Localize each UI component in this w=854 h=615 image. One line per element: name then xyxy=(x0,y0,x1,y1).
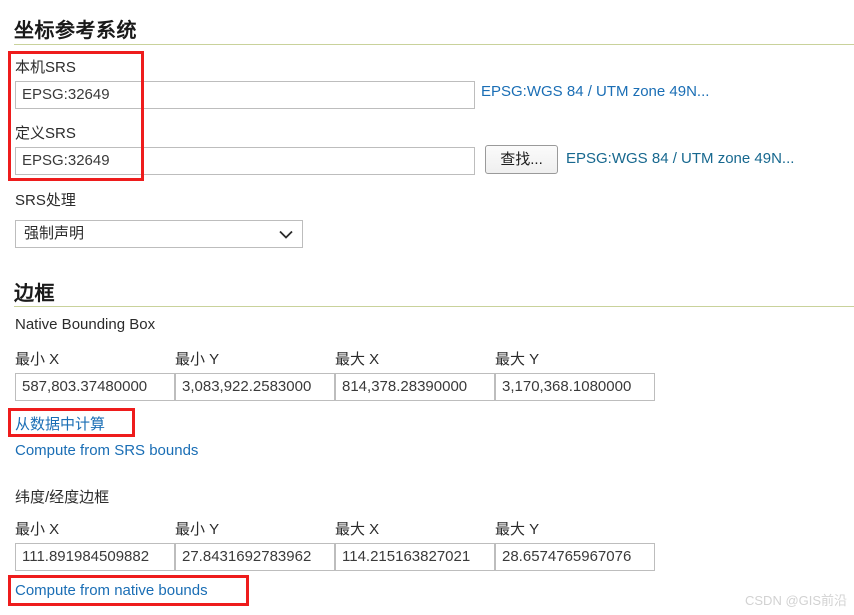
latlon-bbox-header-min-x: 最小 X xyxy=(15,521,60,538)
native-srs-input[interactable]: EPSG:32649 xyxy=(15,81,475,109)
native-bbox-max-y-input[interactable]: 3,170,368.1080000 xyxy=(495,373,655,401)
latlon-bbox-min-y-input[interactable]: 27.8431692783962 xyxy=(175,543,335,571)
declared-srs-epsg-link[interactable]: EPSG:WGS 84 / UTM zone 49N... xyxy=(566,150,794,167)
latlon-bbox-header-max-y: 最大 Y xyxy=(495,521,540,538)
declared-srs-input[interactable]: EPSG:32649 xyxy=(15,147,475,175)
srs-handling-select-value: 强制声明 xyxy=(24,225,85,242)
native-bounding-box-title: Native Bounding Box xyxy=(15,316,156,333)
page-title-crs: 坐标参考系统 xyxy=(14,20,137,42)
native-bbox-min-x-input[interactable]: 587,803.37480000 xyxy=(15,373,175,401)
native-srs-epsg-link[interactable]: EPSG:WGS 84 / UTM zone 49N... xyxy=(481,83,709,100)
latlon-bbox-header-min-y: 最小 Y xyxy=(175,521,220,538)
latlon-bbox-header-max-x: 最大 X xyxy=(335,521,380,538)
native-bbox-min-y-input[interactable]: 3,083,922.2583000 xyxy=(175,373,335,401)
latlon-bounding-box-title: 纬度/经度边框 xyxy=(15,489,110,506)
native-bbox-header-min-x: 最小 X xyxy=(15,351,60,368)
latlon-bbox-max-x-input[interactable]: 114.215163827021 xyxy=(335,543,495,571)
crs-heading-divider xyxy=(14,44,854,45)
watermark-text: CSDN @GIS前沿 xyxy=(745,593,848,608)
latlon-bbox-min-x-input[interactable]: 111.891984509882 xyxy=(15,543,175,571)
compute-from-native-bounds-link[interactable]: Compute from native bounds xyxy=(15,582,208,599)
compute-from-srs-bounds-link[interactable]: Compute from SRS bounds xyxy=(15,442,198,459)
latlon-bbox-max-y-input[interactable]: 28.6574765967076 xyxy=(495,543,655,571)
native-bbox-header-max-y: 最大 Y xyxy=(495,351,540,368)
chevron-down-icon xyxy=(279,221,293,247)
native-srs-label: 本机SRS xyxy=(15,59,76,76)
bbox-heading-divider xyxy=(14,306,854,307)
declared-srs-label: 定义SRS xyxy=(15,125,76,142)
srs-handling-select[interactable]: 强制声明 xyxy=(15,220,303,248)
find-srs-button[interactable]: 查找... xyxy=(485,145,558,174)
native-bbox-max-x-input[interactable]: 814,378.28390000 xyxy=(335,373,495,401)
srs-handling-label: SRS处理 xyxy=(15,192,76,209)
native-bbox-header-min-y: 最小 Y xyxy=(175,351,220,368)
native-bbox-header-max-x: 最大 X xyxy=(335,351,380,368)
page-title-bounding-box: 边框 xyxy=(14,283,55,305)
compute-from-data-link[interactable]: 从数据中计算 xyxy=(15,413,105,434)
